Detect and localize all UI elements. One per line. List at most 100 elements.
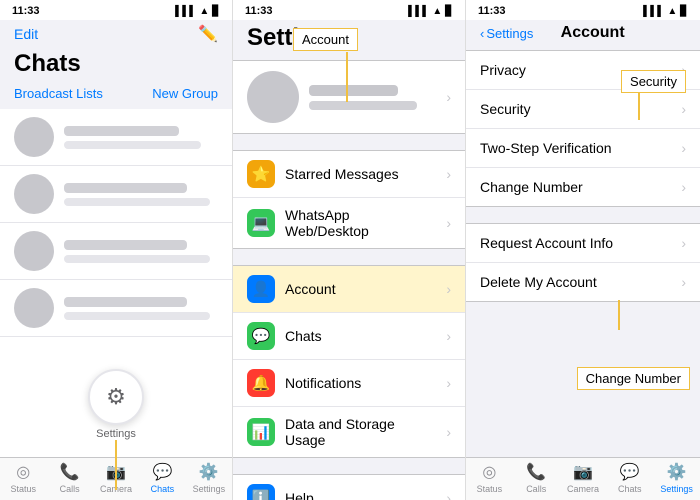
changenumber-label: Change Number xyxy=(480,179,681,195)
storage-chevron: › xyxy=(446,424,451,440)
account-row-security[interactable]: Security › xyxy=(466,90,700,129)
settings-panel-wrapper: Account 11:33 ▌▌▌ ▲ ▊ Settings › ⭐ xyxy=(233,0,466,500)
annotation-security-label: Security xyxy=(621,70,686,93)
chat-msg-bar xyxy=(64,255,210,263)
status-icons-1: ▌▌▌ ▲ ▊ xyxy=(175,6,220,17)
chats-panel: 11:33 ▌▌▌ ▲ ▊ Edit ✏️ Chats Broadcast Li… xyxy=(0,0,233,500)
twostep-chevron: › xyxy=(681,140,686,156)
tab-chats[interactable]: 💬 Chats xyxy=(139,462,185,494)
help-label: Help xyxy=(285,490,436,500)
tab-settings[interactable]: ⚙️ Settings xyxy=(186,462,232,494)
chat-item[interactable] xyxy=(0,280,232,337)
chat-info xyxy=(64,183,218,206)
whatsapp-web-label: WhatsApp Web/Desktop xyxy=(285,207,436,239)
chat-msg-bar xyxy=(64,198,210,206)
requestinfo-label: Request Account Info xyxy=(480,235,681,251)
tab-calls-label: Calls xyxy=(60,484,80,494)
tab-status-label: Status xyxy=(10,484,36,494)
account-panel-wrapper: Security Change Number 11:33 ▌▌▌ ▲ ▊ ‹ S… xyxy=(466,0,700,500)
settings-row-storage[interactable]: 📊 Data and Storage Usage › xyxy=(233,407,465,457)
notifications-chevron: › xyxy=(446,375,451,391)
twostep-label: Two-Step Verification xyxy=(480,140,681,156)
help-icon: ℹ️ xyxy=(247,484,275,500)
calls-tab-icon: 📞 xyxy=(60,462,80,482)
account-page-title: Account xyxy=(539,24,686,42)
changenumber-chevron: › xyxy=(681,179,686,195)
security-label: Security xyxy=(480,101,681,117)
back-button[interactable]: ‹ Settings xyxy=(480,26,533,41)
tab3-camera[interactable]: 📷 Camera xyxy=(560,462,607,494)
new-group-link[interactable]: New Group xyxy=(152,86,218,101)
settings-group-3: ℹ️ Help › ❤️ Tell a Friend › xyxy=(233,474,465,500)
tab-calls[interactable]: 📞 Calls xyxy=(46,462,92,494)
delete-chevron: › xyxy=(681,274,686,290)
tab3-chats[interactable]: 💬 Chats xyxy=(606,462,653,494)
tab3-chats-label: Chats xyxy=(618,484,642,494)
notifications-label: Notifications xyxy=(285,375,436,391)
settings-row-account[interactable]: 👤 Account › xyxy=(233,266,465,313)
tab-chats-label: Chats xyxy=(151,484,175,494)
annotation-security-line xyxy=(638,90,640,120)
broadcast-link[interactable]: Broadcast Lists xyxy=(14,86,103,101)
annotation-account-label: Account xyxy=(293,28,358,51)
account-row-changenumber[interactable]: Change Number › xyxy=(466,168,700,206)
account-nav: ‹ Settings Account xyxy=(466,20,700,50)
settings-circle-label: Settings xyxy=(96,428,136,440)
settings-row-webdesktop[interactable]: 💻 WhatsApp Web/Desktop › xyxy=(233,198,465,248)
status-icons-2: ▌▌▌ ▲ ▊ xyxy=(408,6,453,17)
status-bar-1: 11:33 ▌▌▌ ▲ ▊ xyxy=(0,0,232,20)
time-1: 11:33 xyxy=(12,5,40,17)
tab3-camera-label: Camera xyxy=(567,484,599,494)
whatsapp-web-icon: 💻 xyxy=(247,209,275,237)
tab3-settings-label: Settings xyxy=(660,484,693,494)
status-bar-3: 11:33 ▌▌▌ ▲ ▊ xyxy=(466,0,700,20)
wifi-icon: ▲ xyxy=(199,6,209,17)
signal-icon-3: ▌▌▌ xyxy=(643,6,664,17)
chat-msg-bar xyxy=(64,312,210,320)
storage-label: Data and Storage Usage xyxy=(285,416,436,448)
avatar xyxy=(14,174,54,214)
tab-bar-3: ◎ Status 📞 Calls 📷 Camera 💬 Chats ⚙️ Set… xyxy=(466,457,700,500)
settings-row-help[interactable]: ℹ️ Help › xyxy=(233,475,465,500)
tab-status[interactable]: ◎ Status xyxy=(0,462,46,494)
quick-links: Broadcast Lists New Group xyxy=(0,84,232,109)
settings-row-notifications[interactable]: 🔔 Notifications › xyxy=(233,360,465,407)
account-settings-label: Account xyxy=(285,281,436,297)
annotation-changenumber-label: Change Number xyxy=(577,367,690,390)
notifications-icon: 🔔 xyxy=(247,369,275,397)
tab3-calls[interactable]: 📞 Calls xyxy=(513,462,560,494)
chat-item[interactable] xyxy=(0,223,232,280)
edit-button[interactable]: Edit xyxy=(14,26,38,42)
chat-item[interactable] xyxy=(0,166,232,223)
avatar xyxy=(14,117,54,157)
settings-row-chats[interactable]: 💬 Chats › xyxy=(233,313,465,360)
wifi-icon-2: ▲ xyxy=(432,6,442,17)
account-row-requestinfo[interactable]: Request Account Info › xyxy=(466,224,700,263)
chat-name-bar xyxy=(64,297,187,307)
help-chevron: › xyxy=(446,490,451,500)
back-chevron-icon: ‹ xyxy=(480,26,484,41)
status-icons-3: ▌▌▌ ▲ ▊ xyxy=(643,6,688,17)
chat-info xyxy=(64,126,208,149)
profile-row[interactable]: › xyxy=(233,60,465,134)
chat-name-bar xyxy=(64,126,179,136)
starred-messages-icon: ⭐ xyxy=(247,160,275,188)
settings3-tab-icon: ⚙️ xyxy=(667,462,687,482)
chat-item[interactable] xyxy=(0,109,232,166)
settings-tab-icon: ⚙️ xyxy=(199,462,219,482)
account-row-twostep[interactable]: Two-Step Verification › xyxy=(466,129,700,168)
status-tab-icon: ◎ xyxy=(16,462,30,482)
chat-name-bar xyxy=(64,183,187,193)
calls3-tab-icon: 📞 xyxy=(526,462,546,482)
starred-chevron: › xyxy=(446,166,451,182)
annotation-account-line xyxy=(346,52,348,102)
signal-icon-2: ▌▌▌ xyxy=(408,6,429,17)
tab3-status[interactable]: ◎ Status xyxy=(466,462,513,494)
compose-icon[interactable]: ✏️ xyxy=(198,24,218,44)
chat-msg-bar xyxy=(64,141,201,149)
account-row-delete[interactable]: Delete My Account › xyxy=(466,263,700,301)
battery-icon-3: ▊ xyxy=(680,6,688,17)
tab3-settings[interactable]: ⚙️ Settings xyxy=(653,462,700,494)
battery-icon-2: ▊ xyxy=(445,6,453,17)
settings-row-starred[interactable]: ⭐ Starred Messages › xyxy=(233,151,465,198)
